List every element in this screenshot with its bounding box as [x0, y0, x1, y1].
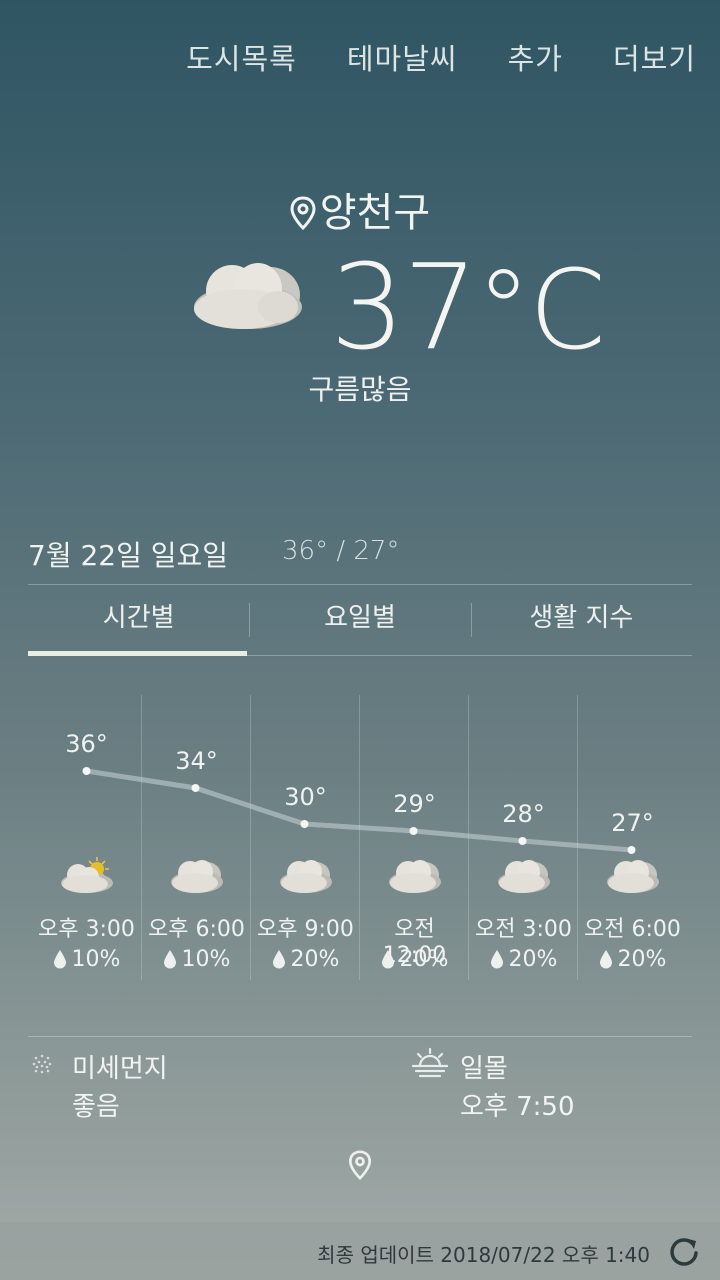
hourly-time: 오후 9:00: [257, 917, 354, 942]
hourly-forecast[interactable]: 36° 오후 3:00 10% 34° 오후 6:00 10% 30° 오후 9:00 20% 2…: [32, 695, 686, 980]
hourly-column: 27° 오전 6:00 20%: [577, 695, 687, 980]
today-summary: 7월 22일 일요일 36° / 27°: [28, 534, 692, 585]
cloudy-icon: [387, 855, 443, 899]
hourly-rain: 20%: [469, 947, 578, 972]
rain-probability: 10%: [71, 947, 121, 972]
cloudy-icon: [188, 255, 308, 339]
hourly-rain: 20%: [251, 947, 360, 972]
add-button[interactable]: 추가: [508, 36, 563, 78]
sunset-label: 일몰: [460, 1054, 508, 1084]
partly-sunny-icon: [59, 855, 115, 899]
today-hilo: 36° / 27°: [282, 536, 400, 566]
raindrop-icon: [381, 947, 400, 972]
cloudy-icon: [496, 855, 552, 899]
hourly-rain: 20%: [360, 947, 469, 972]
city-list-button[interactable]: 도시목록: [186, 36, 297, 78]
hourly-temp: 30°: [284, 783, 327, 811]
hourly-rain: 10%: [32, 947, 141, 972]
location-name: 양천구: [319, 190, 431, 236]
refresh-icon[interactable]: [666, 1233, 702, 1273]
tab-hourly[interactable]: 시간별: [28, 585, 249, 656]
top-menu: 도시목록 테마날씨 추가 더보기: [186, 36, 696, 78]
hourly-time: 오후 6:00: [148, 917, 245, 942]
hourly-column: 36° 오후 3:00 10%: [32, 695, 141, 980]
raindrop-icon: [163, 947, 182, 972]
hourly-time: 오전 6:00: [584, 917, 681, 942]
hourly-column: 30° 오후 9:00 20%: [250, 695, 360, 980]
raindrop-icon: [490, 947, 509, 972]
tab-daily[interactable]: 요일별: [249, 585, 470, 655]
hourly-temp: 28°: [502, 800, 545, 828]
footer-bar: 최종 업데이트 2018/07/22 오후 1:40: [0, 1222, 720, 1280]
rain-probability: 20%: [617, 947, 667, 972]
cloudy-icon: [278, 855, 334, 899]
hourly-time: 오후 3:00: [38, 917, 135, 942]
fine-dust-icon: [30, 1052, 54, 1080]
hourly-column: 28° 오전 3:00 20%: [468, 695, 578, 980]
cloudy-icon: [605, 855, 661, 899]
hourly-rain: 20%: [578, 947, 687, 972]
hourly-temp: 27°: [611, 809, 654, 837]
more-button[interactable]: 더보기: [613, 36, 696, 78]
rain-probability: 10%: [181, 947, 231, 972]
sunset-value: 오후 7:50: [460, 1092, 575, 1122]
fine-dust-value: 좋음: [72, 1092, 120, 1122]
theme-weather-button[interactable]: 테마날씨: [347, 36, 458, 78]
hourly-rain: 10%: [142, 947, 251, 972]
hourly-temp: 34°: [175, 747, 218, 775]
raindrop-icon: [272, 947, 291, 972]
hourly-temp: 29°: [393, 790, 436, 818]
hourly-temp: 36°: [65, 730, 108, 758]
divider: [28, 1036, 692, 1037]
location-pin-icon: [290, 196, 316, 231]
location-header[interactable]: 양천구: [0, 180, 720, 238]
rain-probability: 20%: [290, 947, 340, 972]
current-temperature: 37°C: [330, 238, 606, 376]
rain-probability: 20%: [399, 947, 449, 972]
hourly-column: 29° 오전 12:00 20%: [359, 695, 469, 980]
today-date: 7월 22일 일요일: [28, 539, 229, 572]
sunset-icon: [411, 1046, 449, 1084]
tab-life-index[interactable]: 생활 지수: [470, 585, 692, 655]
hourly-time: 오전 3:00: [475, 917, 572, 942]
raindrop-icon: [599, 947, 618, 972]
cloudy-icon: [169, 855, 225, 899]
raindrop-icon: [53, 947, 72, 972]
forecast-tabs: 시간별 요일별 생활 지수: [28, 585, 692, 656]
hourly-column: 34° 오후 6:00 10%: [141, 695, 251, 980]
rain-probability: 20%: [508, 947, 558, 972]
last-updated: 최종 업데이트 2018/07/22 오후 1:40: [317, 1243, 650, 1267]
location-pin-icon[interactable]: [348, 1150, 372, 1184]
current-condition: 구름많음: [308, 373, 412, 406]
fine-dust-label: 미세먼지: [72, 1054, 168, 1084]
